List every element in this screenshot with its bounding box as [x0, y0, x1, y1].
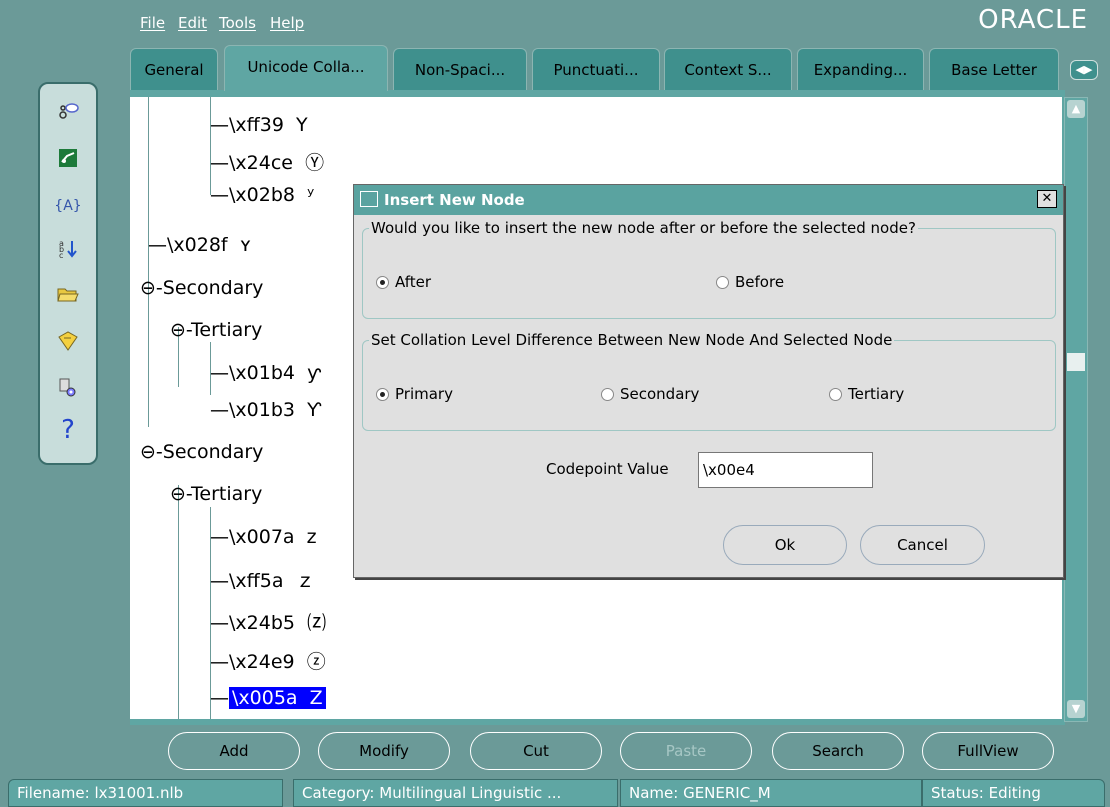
radio-primary[interactable]: Primary: [376, 385, 453, 403]
side-toolbar: {A} abc ?: [38, 82, 98, 465]
status-category: Category: Multilingual Linguistic ...: [293, 779, 618, 807]
tab-base-letter[interactable]: Base Letter: [929, 48, 1059, 90]
tab-punctuation[interactable]: Punctuati...: [532, 48, 660, 90]
search-button[interactable]: Search: [772, 732, 904, 770]
tools-settings-icon[interactable]: [54, 374, 82, 402]
variable-icon[interactable]: {A}: [54, 192, 82, 220]
dialog-title: Insert New Node: [384, 191, 525, 209]
tree-node[interactable]: —\x24e9 ⓩ: [210, 647, 326, 674]
tree-line: [178, 485, 179, 719]
save-icon[interactable]: [54, 327, 82, 355]
tree-node[interactable]: —\x24ce Ⓨ: [210, 148, 324, 175]
node-tree-icon[interactable]: [54, 98, 82, 126]
codepoint-input[interactable]: [698, 452, 873, 488]
collapse-icon[interactable]: ⊖: [170, 483, 186, 505]
svg-text:c: c: [59, 251, 63, 259]
radio-before[interactable]: Before: [716, 273, 784, 291]
dialog-title-bar[interactable]: Insert New Node ✕: [354, 185, 1063, 215]
radio-primary-dot[interactable]: [376, 387, 389, 401]
menu-file[interactable]: File: [140, 14, 165, 32]
menu-edit[interactable]: Edit: [178, 14, 207, 32]
tree-node[interactable]: —\x007a z: [210, 526, 317, 548]
dialog-app-icon: [360, 191, 378, 207]
codepoint-label: Codepoint Value: [546, 460, 669, 478]
collation-level-group: Set Collation Level Difference Between N…: [362, 331, 1056, 431]
open-folder-icon[interactable]: [54, 280, 82, 308]
tab-non-spacing[interactable]: Non-Spaci...: [393, 48, 527, 90]
collapse-icon[interactable]: ⊖: [140, 277, 156, 299]
tab-scroll-button[interactable]: ◀▶: [1070, 60, 1098, 80]
ok-button[interactable]: Ok: [723, 525, 847, 565]
tree-node[interactable]: —\x24b5 ⒵: [210, 608, 326, 635]
tree-node[interactable]: —\x02b8 ʸ: [210, 184, 314, 206]
tree-line: [210, 97, 211, 195]
tab-context-sensitive[interactable]: Context S...: [664, 48, 792, 90]
insert-position-legend: Would you like to insert the new node af…: [371, 219, 916, 237]
tree-line: [148, 97, 149, 427]
menu-help[interactable]: Help: [270, 14, 304, 32]
radio-secondary[interactable]: Secondary: [601, 385, 699, 403]
tree-node[interactable]: —\x01b4 ƴ: [210, 362, 321, 384]
menu-tools[interactable]: Tools: [219, 14, 256, 32]
tree-node-tertiary[interactable]: ⊖-Tertiary: [170, 319, 262, 341]
status-filename: Filename: lx31001.nlb: [8, 779, 283, 807]
radio-secondary-dot[interactable]: [601, 387, 614, 401]
tab-expanding[interactable]: Expanding...: [797, 48, 924, 90]
scroll-thumb[interactable]: [1067, 353, 1085, 371]
insert-node-dialog: Insert New Node ✕ Would you like to inse…: [353, 184, 1064, 578]
tab-general[interactable]: General: [130, 48, 218, 90]
tree-node-tertiary[interactable]: ⊖-Tertiary: [170, 483, 262, 505]
radio-tertiary-dot[interactable]: [829, 387, 842, 401]
collation-level-legend: Set Collation Level Difference Between N…: [371, 331, 893, 349]
status-state: Status: Editing: [922, 779, 1105, 807]
diagram-icon[interactable]: [54, 144, 82, 172]
cancel-button[interactable]: Cancel: [860, 525, 985, 565]
fullview-button[interactable]: FullView: [922, 732, 1054, 770]
paste-button[interactable]: Paste: [620, 732, 752, 770]
scroll-up-icon[interactable]: ▲: [1067, 100, 1085, 118]
tree-node[interactable]: —\x01b3 Ƴ: [210, 399, 321, 421]
help-icon[interactable]: ?: [54, 415, 82, 445]
insert-position-group: Would you like to insert the new node af…: [362, 219, 1056, 319]
add-button[interactable]: Add: [168, 732, 300, 770]
tab-unicode-collation[interactable]: Unicode Colla...: [224, 45, 388, 91]
status-name: Name: GENERIC_M: [620, 779, 922, 807]
radio-tertiary[interactable]: Tertiary: [829, 385, 904, 403]
close-icon[interactable]: ✕: [1037, 190, 1057, 208]
tree-node-secondary[interactable]: ⊖-Secondary: [140, 441, 263, 463]
radio-after[interactable]: After: [376, 273, 431, 291]
tree-node-secondary[interactable]: ⊖-Secondary: [140, 277, 263, 299]
radio-after-dot[interactable]: [376, 275, 389, 289]
oracle-logo: ORACLE: [978, 5, 1088, 35]
modify-button[interactable]: Modify: [318, 732, 450, 770]
sort-icon[interactable]: abc: [54, 234, 82, 262]
menu-bar: File Edit Tools Help ORACLE: [0, 0, 1110, 40]
collapse-icon[interactable]: ⊖: [140, 441, 156, 463]
radio-before-dot[interactable]: [716, 275, 729, 289]
tree-node[interactable]: —\xff39 Y: [210, 114, 308, 136]
tree-node[interactable]: —\x028f ʏ: [148, 234, 251, 256]
tree-node-selected[interactable]: — \x005a Z: [210, 687, 326, 709]
scroll-down-icon[interactable]: ▼: [1067, 700, 1085, 718]
tree-scrollbar[interactable]: ▲ ▼: [1064, 97, 1088, 722]
collapse-icon[interactable]: ⊖: [170, 319, 186, 341]
tree-node[interactable]: —\xff5a ｚ: [210, 566, 315, 593]
cut-button[interactable]: Cut: [470, 732, 602, 770]
